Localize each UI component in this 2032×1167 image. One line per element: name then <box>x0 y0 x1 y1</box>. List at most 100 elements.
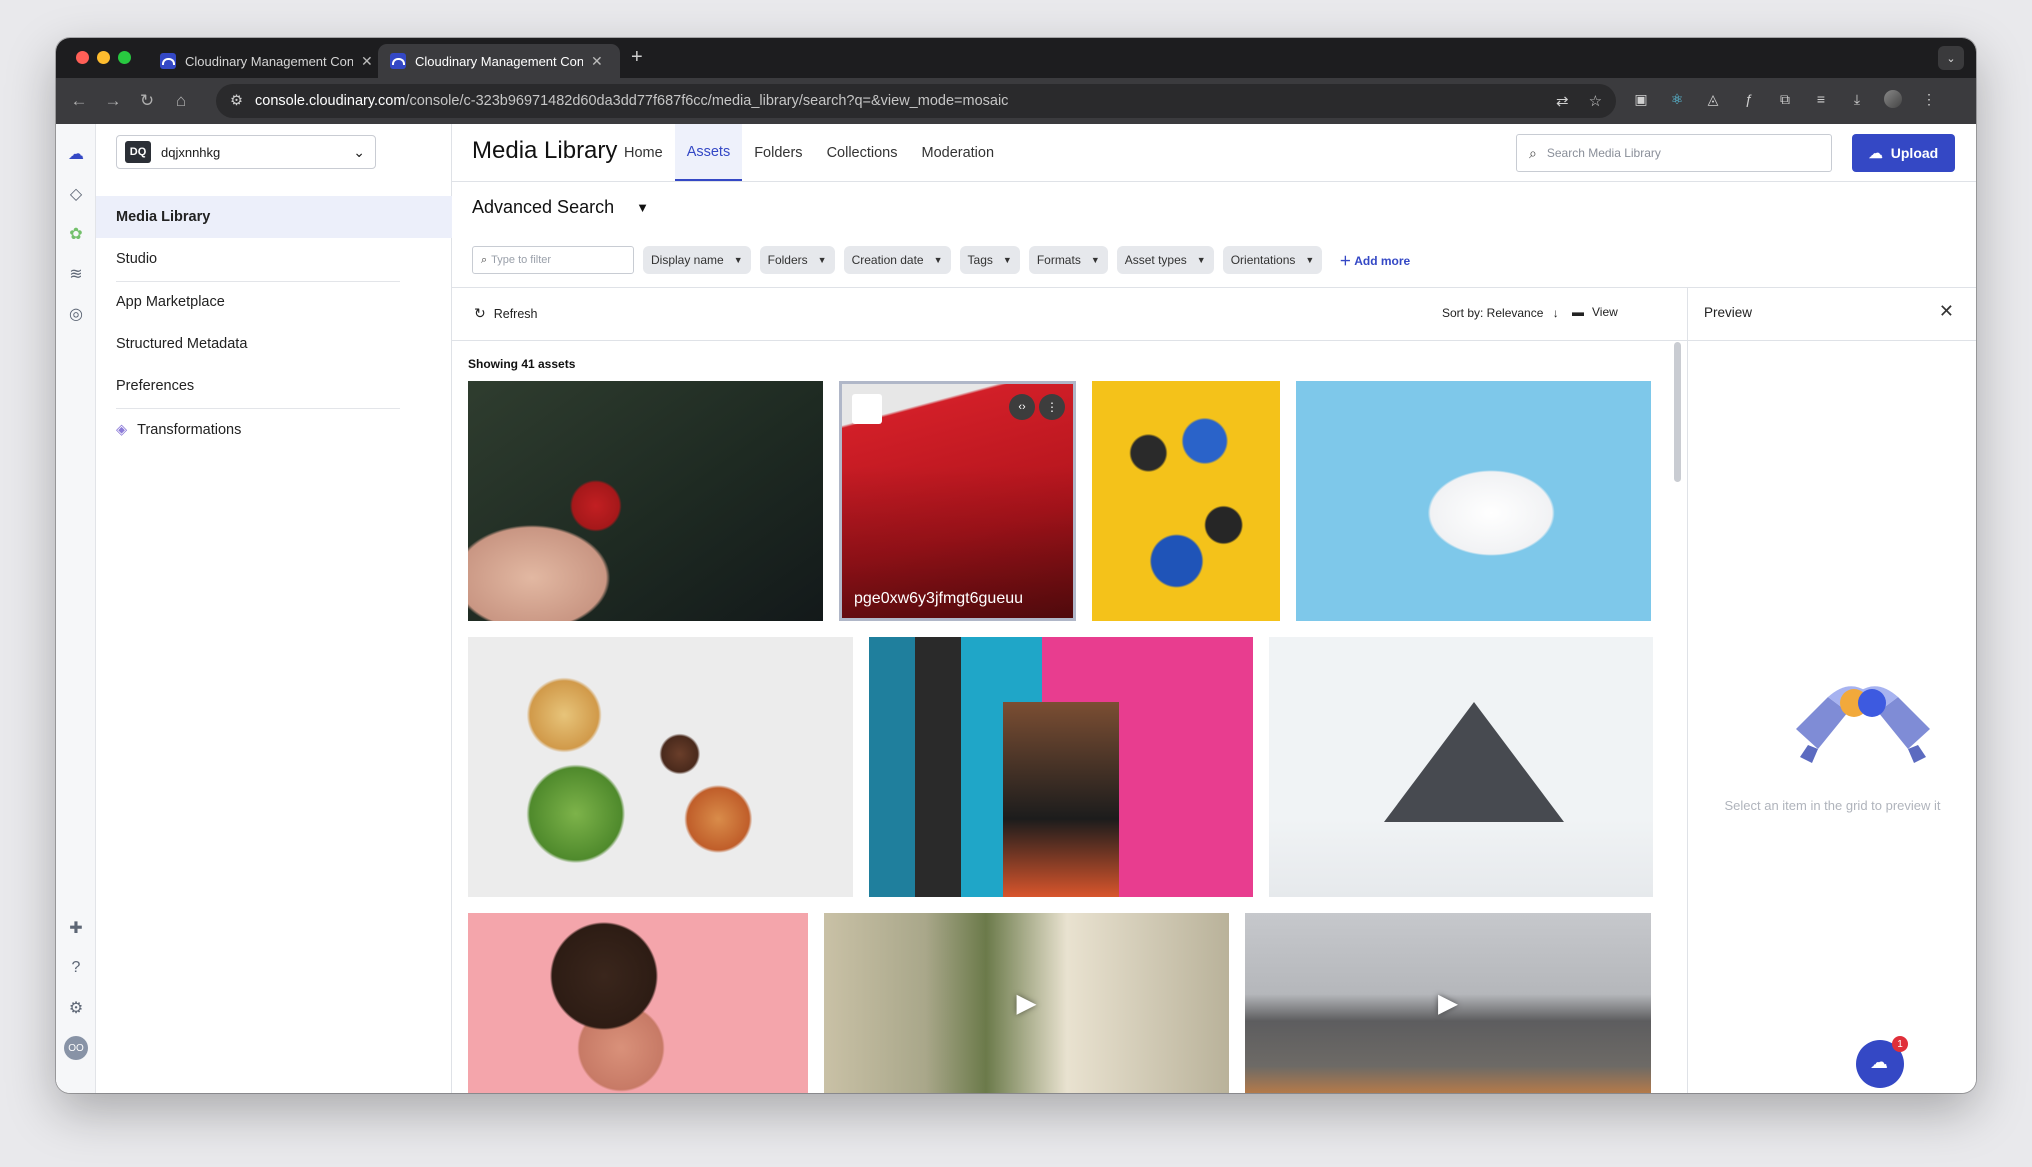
asset-tile-food[interactable] <box>468 637 853 897</box>
sort-arrow-down-icon: ↓ <box>1552 306 1559 320</box>
main-panel: Media Library Home Assets Folders Collec… <box>452 124 1976 1093</box>
zoom-window-button[interactable] <box>118 51 131 64</box>
grid-scrollbar[interactable] <box>1674 342 1681 482</box>
sidebar-item-label: Studio <box>116 251 158 267</box>
asset-tile-emperador[interactable]: ‹› ⋮ pge0xw6y3jfmgt6gueuu <box>839 381 1076 621</box>
close-icon[interactable]: ✕ <box>591 53 603 70</box>
refresh-button[interactable]: ↻ Refresh <box>474 305 538 322</box>
asset-tile-sneaker[interactable] <box>1296 381 1651 621</box>
sidebar-item-studio[interactable]: Studio <box>96 238 452 280</box>
filter-chip-orientations[interactable]: Orientations ▼ <box>1222 246 1323 274</box>
integrations-planet-icon[interactable]: ◎ <box>64 302 88 326</box>
page-title: Media Library <box>472 137 618 164</box>
home-icon[interactable]: ⌂ <box>164 91 198 111</box>
environment-selector[interactable]: DQ dqjxnnhkg ⌄ <box>116 135 376 169</box>
react-devtools-icon[interactable]: ⚛ <box>1668 90 1686 108</box>
browser-tab-2[interactable]: Cloudinary Management Con ✕ <box>378 44 620 78</box>
programmable-media-icon[interactable]: ◇ <box>64 182 88 206</box>
url-domain: console.cloudinary.com <box>255 93 406 109</box>
search-placeholder: Search Media Library <box>1546 146 1661 160</box>
invite-user-icon[interactable]: ✚ <box>64 916 88 940</box>
asset-tile-dancer-video[interactable]: ▶ <box>824 913 1229 1093</box>
sidebar-item-media-library[interactable]: Media Library <box>96 196 452 238</box>
tab-home[interactable]: Home <box>612 124 675 181</box>
chevron-down-icon: ⌄ <box>353 144 365 160</box>
filter-chip-display-name[interactable]: Display name ▼ <box>643 246 751 274</box>
asset-tile-mountain[interactable] <box>1269 637 1653 897</box>
extension-icon[interactable]: ▣ <box>1632 90 1650 108</box>
function-extension-icon[interactable]: ƒ <box>1740 90 1758 108</box>
players-figure <box>1003 702 1119 897</box>
search-icon: ⌕ <box>481 253 488 266</box>
filter-chip-creation-date[interactable]: Creation date ▼ <box>843 246 951 274</box>
bookmark-star-icon[interactable]: ☆ <box>1589 92 1602 110</box>
tab-moderation[interactable]: Moderation <box>909 124 1006 181</box>
filter-bar: ⌕ Type to filter Display name ▼ Folders ▼ … <box>472 246 1410 274</box>
extension-icon[interactable]: ◬ <box>1704 90 1722 108</box>
sidebar-item-structured-metadata[interactable]: Structured Metadata <box>96 323 452 365</box>
sidebar-item-transformations[interactable]: ◈ Transformations <box>96 409 452 451</box>
filter-chip-folders[interactable]: Folders ▼ <box>759 246 835 274</box>
forward-arrow-icon[interactable]: → <box>96 91 130 111</box>
asset-tile-apple[interactable] <box>468 381 823 621</box>
reload-icon[interactable]: ↻ <box>130 91 164 111</box>
upload-button[interactable]: ☁ Upload <box>1852 134 1955 172</box>
browser-tab-1[interactable]: Cloudinary Management Con ✕ <box>148 44 385 78</box>
chip-label: Display name <box>651 253 724 267</box>
select-checkbox[interactable] <box>852 394 882 424</box>
reading-list-icon[interactable]: ≡ <box>1812 90 1830 108</box>
filter-chip-asset-types[interactable]: Asset types ▼ <box>1116 246 1214 274</box>
asset-tile-portrait[interactable] <box>468 913 808 1093</box>
back-arrow-icon[interactable]: ← <box>62 91 96 111</box>
add-more-label: Add more <box>1354 253 1411 268</box>
cloud-upload-icon: ☁ <box>1868 144 1883 161</box>
close-window-button[interactable] <box>76 51 89 64</box>
caret-down-icon: ▼ <box>817 255 827 265</box>
close-icon[interactable]: ✕ <box>1939 301 1954 322</box>
results-toolbar: ↻ Refresh Sort by: Relevance ↓ ▬ View <box>452 287 1687 340</box>
filter-placeholder: Type to filter <box>491 254 552 266</box>
tab-assets[interactable]: Assets <box>674 124 743 181</box>
play-icon: ▶ <box>1016 987 1037 1018</box>
type-to-filter-input[interactable]: ⌕ Type to filter <box>472 246 634 274</box>
view-mode-button[interactable]: ▬ View <box>1572 305 1618 319</box>
tab-collections[interactable]: Collections <box>815 124 910 181</box>
search-icon: ⌕ <box>1529 144 1537 161</box>
assets-icon[interactable]: ✿ <box>64 222 88 246</box>
sidebar-item-label: Preferences <box>116 378 195 394</box>
browser-menu-icon[interactable]: ⋮ <box>1920 90 1938 108</box>
site-settings-icon[interactable]: ⚙ <box>230 93 243 109</box>
plus-icon: ＋ <box>1339 253 1355 268</box>
translate-icon[interactable]: ⇄ <box>1556 92 1569 110</box>
filter-chip-formats[interactable]: Formats ▼ <box>1028 246 1108 274</box>
advanced-search-toggle[interactable]: Advanced Search ▼ <box>472 197 649 218</box>
tab-folders[interactable]: Folders <box>742 124 814 181</box>
help-icon[interactable]: ? <box>64 956 88 980</box>
sidebar-item-preferences[interactable]: Preferences <box>96 365 452 407</box>
new-tab-button[interactable]: + <box>631 46 643 69</box>
asset-tile-elephants-video[interactable]: ▶ <box>1245 913 1651 1093</box>
minimize-window-button[interactable] <box>97 51 110 64</box>
asset-tile-oreo[interactable] <box>1092 381 1280 621</box>
sort-dropdown[interactable]: Sort by: Relevance ↓ <box>1442 306 1559 320</box>
asset-menu-icon[interactable]: ⋮ <box>1039 394 1065 420</box>
video-icon[interactable]: ≋ <box>64 262 88 286</box>
url-bar[interactable]: ⚙ console.cloudinary.com /console/c-323b… <box>216 84 1616 118</box>
settings-gear-icon[interactable]: ⚙ <box>64 996 88 1020</box>
refresh-icon: ↻ <box>474 305 486 321</box>
profile-avatar[interactable] <box>1884 90 1902 108</box>
notification-badge: 1 <box>1892 1036 1908 1052</box>
tab-search-chevron-icon[interactable]: ⌄ <box>1938 46 1964 70</box>
cloudinary-logo-icon[interactable]: ☁ <box>64 142 88 166</box>
filter-chip-tags[interactable]: Tags ▼ <box>959 246 1020 274</box>
close-icon[interactable]: ✕ <box>361 53 373 70</box>
user-avatar[interactable]: OO <box>64 1036 88 1060</box>
embed-code-icon[interactable]: ‹› <box>1009 394 1035 420</box>
sidebar-item-app-marketplace[interactable]: App Marketplace <box>96 281 452 323</box>
download-icon[interactable]: ⤓ <box>1848 90 1866 108</box>
puzzle-extensions-icon[interactable]: ⧉ <box>1776 90 1794 108</box>
support-chat-button[interactable]: ☁ 1 <box>1856 1036 1908 1088</box>
add-more-filters-button[interactable]: ＋ Add more <box>1339 252 1410 269</box>
asset-tile-basketball[interactable] <box>869 637 1253 897</box>
search-input[interactable]: ⌕ Search Media Library <box>1516 134 1832 172</box>
